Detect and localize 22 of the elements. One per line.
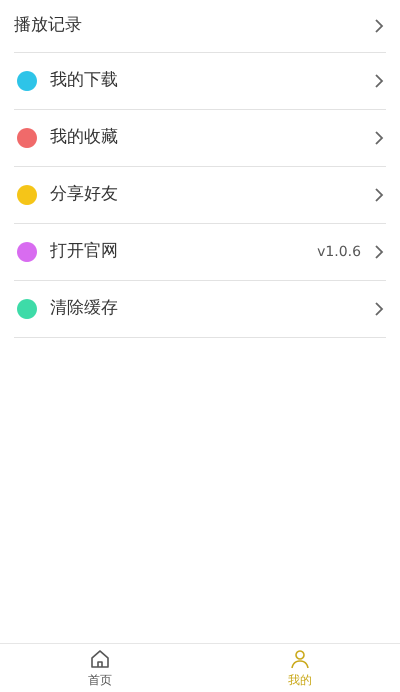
chevron-icon xyxy=(374,187,384,203)
menu-row[interactable]: 分享好友 xyxy=(14,167,386,224)
row-label: 打开官网 xyxy=(50,240,119,264)
menu-row[interactable]: 我的下载 xyxy=(14,53,386,110)
chevron-icon xyxy=(374,18,384,34)
row-label: 分享好友 xyxy=(50,183,119,206)
chevron-icon xyxy=(374,301,384,317)
nav-tab[interactable]: 首页 xyxy=(0,644,200,692)
menu-row[interactable]: 清除缓存 xyxy=(14,281,386,338)
version-text: v1.0.6 xyxy=(317,242,361,262)
row-label: 我的下载 xyxy=(50,69,119,92)
chevron-icon xyxy=(374,244,384,260)
chevron-icon xyxy=(374,73,384,89)
menu-row[interactable]: 我的收藏 xyxy=(14,110,386,167)
row-label: 播放记录 xyxy=(14,14,83,38)
menu-row[interactable]: 打开官网 v1.0.6 xyxy=(14,224,386,281)
person-icon xyxy=(289,648,311,670)
home-icon xyxy=(89,648,111,670)
chevron-icon xyxy=(374,130,384,146)
row-label: 我的收藏 xyxy=(50,126,119,150)
row-label: 清除缓存 xyxy=(50,297,119,320)
history-row[interactable]: 播放记录 xyxy=(14,0,386,53)
